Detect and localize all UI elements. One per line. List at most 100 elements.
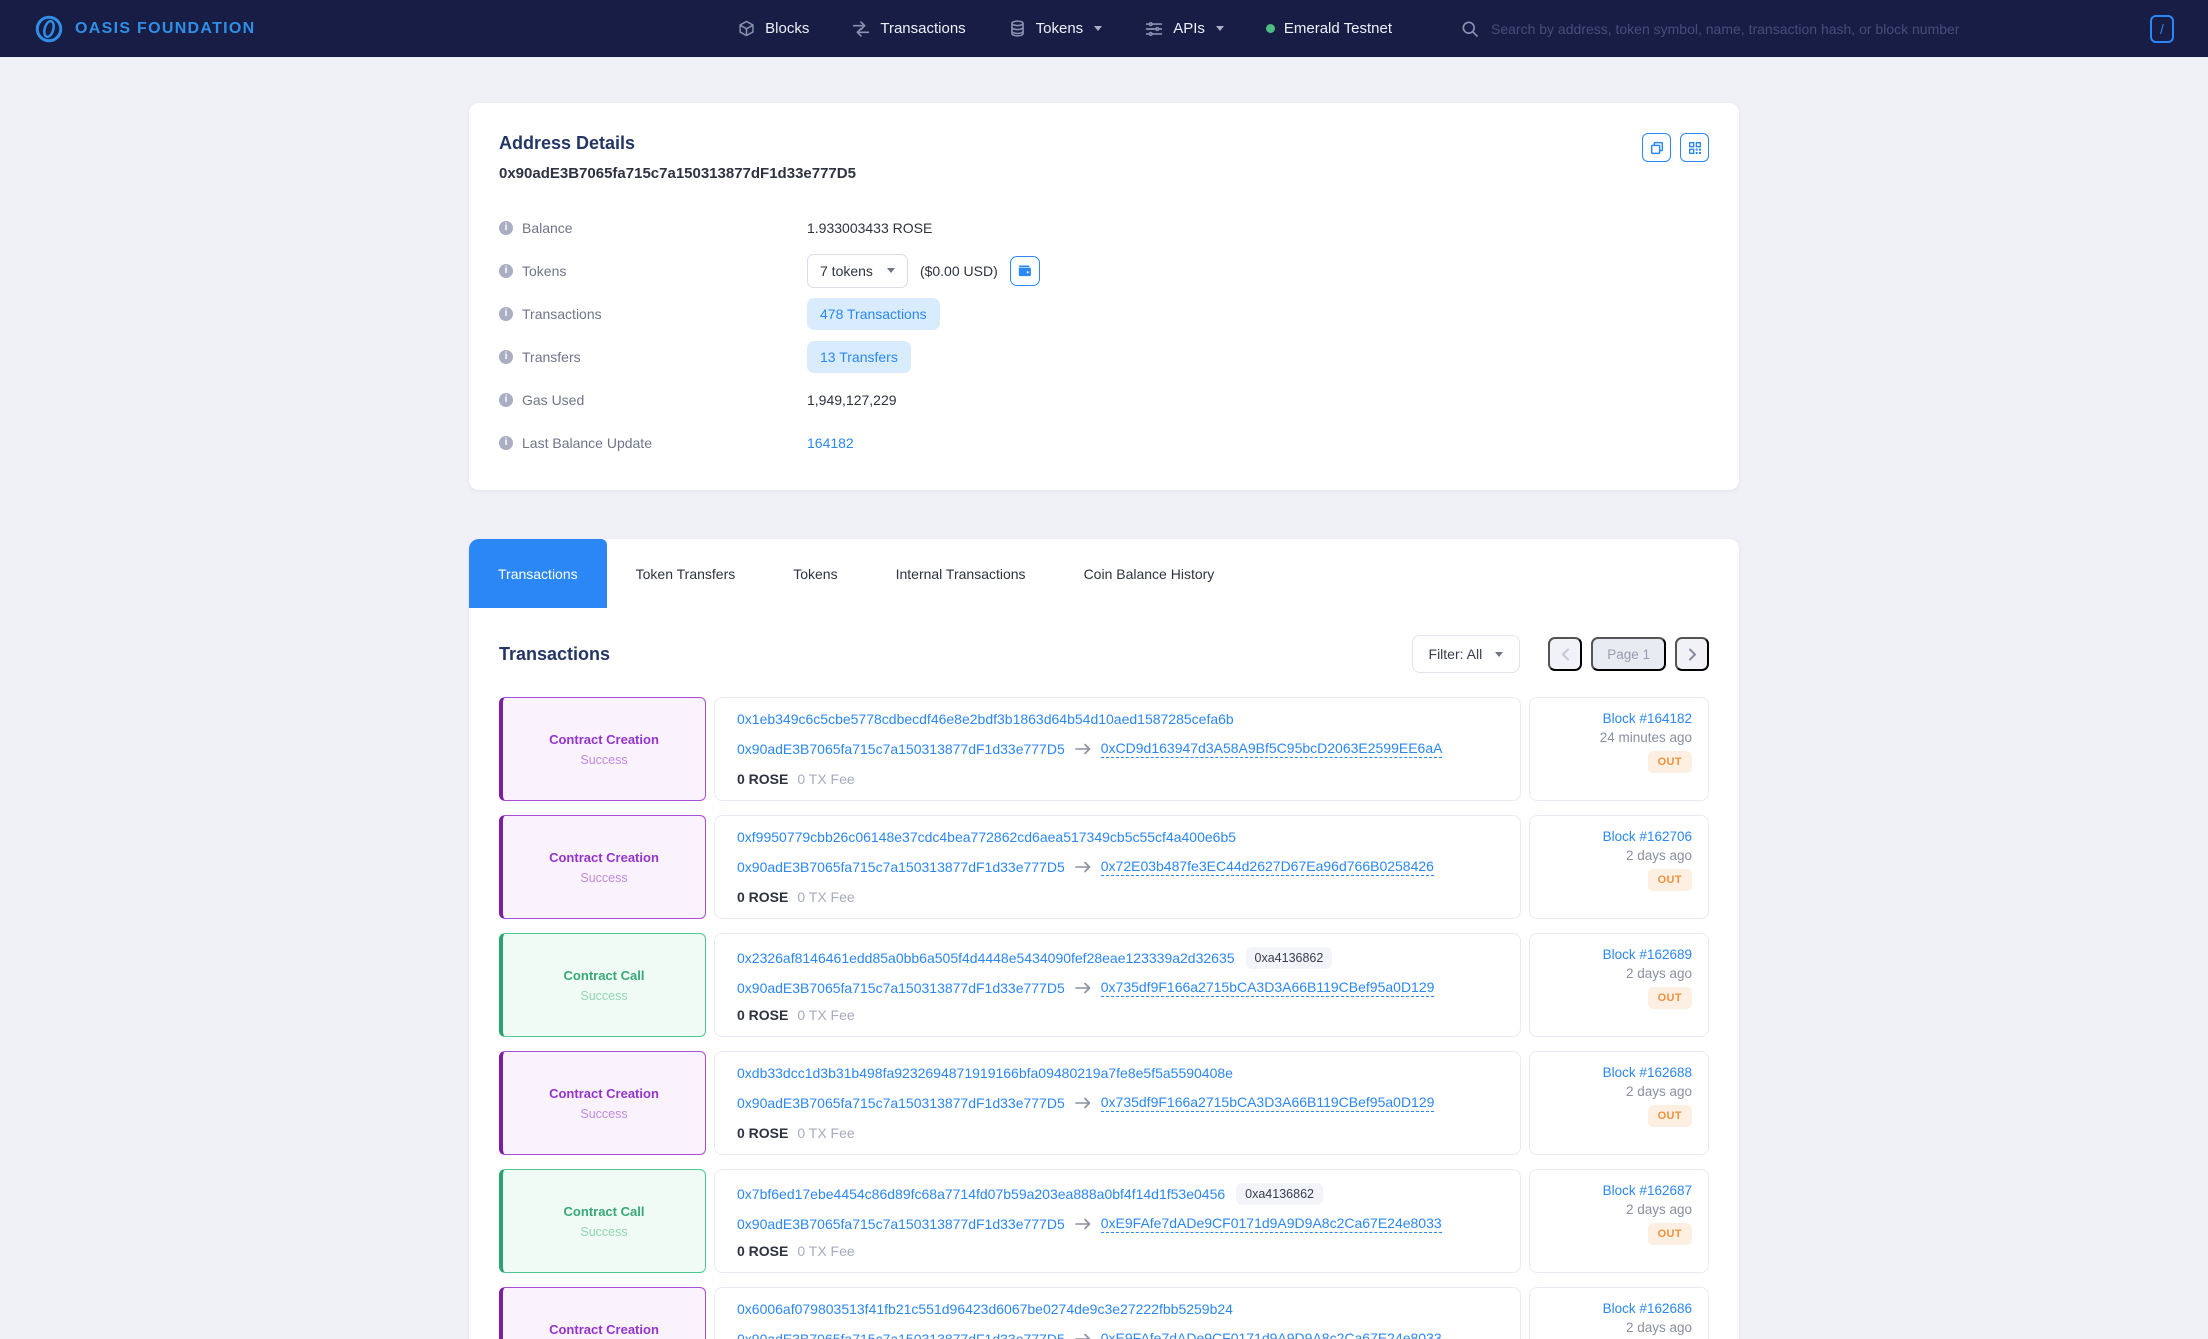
tx-direction-badge: OUT [1648, 987, 1692, 1009]
tx-hash-link[interactable]: 0x2326af8146461edd85a0bb6a505f4d4448e543… [737, 950, 1235, 966]
tokens-dropdown[interactable]: 7 tokens [807, 254, 908, 288]
nav-item-blocks[interactable]: Blocks [737, 19, 809, 38]
detail-row-tokens: Tokens 7 tokens ($0.00 USD) [499, 249, 1709, 292]
tx-from-address-link[interactable]: 0x90adE3B7065fa715c7a150313877dF1d33e777… [737, 859, 1065, 875]
brand[interactable]: OASIS FOUNDATION [34, 14, 256, 44]
arrow-right-icon [1075, 743, 1091, 755]
oasis-logo-icon [34, 14, 64, 44]
tx-to-address-link[interactable]: 0x72E03b487fe3EC44d2627D67Ea96d766B02584… [1101, 858, 1434, 876]
tx-block-link[interactable]: Block #162687 [1603, 1183, 1692, 1198]
info-icon [499, 307, 513, 321]
tx-hash-link[interactable]: 0x6006af079803513f41fb21c551d96423d6067b… [737, 1301, 1233, 1317]
transaction-row: Contract Creation Success 0x1eb349c6c5cb… [499, 697, 1709, 801]
nav-item-label: Transactions [880, 20, 965, 37]
address-details-card: Address Details 0x90adE3B7065fa715c7a150… [469, 103, 1739, 490]
nav-item-apis[interactable]: APIs [1144, 20, 1224, 38]
brand-name: OASIS FOUNDATION [75, 20, 256, 38]
network-selector[interactable]: Emerald Testnet [1266, 20, 1392, 37]
tx-from-address-link[interactable]: 0x90adE3B7065fa715c7a150313877dF1d33e777… [737, 1216, 1065, 1232]
tx-block-link[interactable]: Block #162689 [1603, 947, 1692, 962]
tx-type-label: Contract Call [564, 968, 645, 983]
tx-to-address-link[interactable]: 0xCD9d163947d3A58A9Bf5C95bcD2063E2599EE6… [1101, 740, 1443, 758]
tx-status-badge: Contract Creation Success [499, 815, 706, 919]
tx-from-address-link[interactable]: 0x90adE3B7065fa715c7a150313877dF1d33e777… [737, 1095, 1065, 1111]
tab-token-transfers[interactable]: Token Transfers [607, 539, 765, 608]
nav-item-transactions[interactable]: Transactions [851, 20, 965, 38]
tab-internal-transactions[interactable]: Internal Transactions [867, 539, 1055, 608]
tx-to-address-link[interactable]: 0xE9FAfe7dADe9CF0171d9A9D9A8c2Ca67E24e80… [1101, 1330, 1442, 1339]
tx-status-label: Success [580, 1225, 627, 1239]
current-page-button[interactable]: Page 1 [1591, 637, 1666, 671]
filter-dropdown[interactable]: Filter: All [1412, 635, 1521, 673]
tx-hash-link[interactable]: 0x7bf6ed17ebe4454c86d89fc68a7714fd07b59a… [737, 1186, 1225, 1202]
nav-item-tokens[interactable]: Tokens [1008, 19, 1103, 38]
tx-to-address-link[interactable]: 0x735df9F166a2715bCA3D3A66B119CBef95a0D1… [1101, 1094, 1435, 1112]
tx-timestamp: 2 days ago [1626, 1202, 1692, 1217]
tx-hash-link[interactable]: 0xf9950779cbb26c06148e37cdc4bea772862cd6… [737, 829, 1236, 845]
tx-from-address-link[interactable]: 0x90adE3B7065fa715c7a150313877dF1d33e777… [737, 980, 1065, 996]
tx-method-chip: 0xa4136862 [1246, 947, 1333, 969]
tx-type-label: Contract Creation [549, 850, 659, 865]
tx-block-link[interactable]: Block #162686 [1603, 1301, 1692, 1316]
chevron-down-icon [1216, 26, 1224, 31]
transaction-row: Contract Creation Success 0xdb33dcc1d3b3… [499, 1051, 1709, 1155]
next-page-button[interactable] [1675, 637, 1709, 671]
section-title: Transactions [499, 644, 610, 665]
tab-coin-balance-history[interactable]: Coin Balance History [1055, 539, 1244, 608]
copy-address-button[interactable] [1642, 133, 1671, 162]
tx-status-label: Success [580, 871, 627, 885]
tx-block-link[interactable]: Block #164182 [1603, 711, 1692, 726]
transaction-row: Contract Call Success 0x2326af8146461edd… [499, 933, 1709, 1037]
sliders-icon [1144, 20, 1164, 38]
tx-status-badge: Contract Creation Success [499, 1051, 706, 1155]
transaction-row: Contract Creation Success 0x6006af079803… [499, 1287, 1709, 1339]
detail-label: Gas Used [522, 392, 584, 408]
coins-icon [1008, 19, 1027, 38]
tx-direction-badge: OUT [1648, 751, 1692, 773]
tx-meta: Block #162688 2 days ago OUT [1529, 1051, 1709, 1155]
qr-code-button[interactable] [1680, 133, 1709, 162]
tx-fee: 0 TX Fee [797, 1243, 854, 1259]
tx-direction-badge: OUT [1648, 1223, 1692, 1245]
tx-status-badge: Contract Call Success [499, 933, 706, 1037]
tab-transactions[interactable]: Transactions [469, 539, 607, 608]
tx-from-address-link[interactable]: 0x90adE3B7065fa715c7a150313877dF1d33e777… [737, 1331, 1065, 1339]
tx-value: 0 ROSE [737, 889, 788, 905]
gas-used-value: 1,949,127,229 [807, 392, 897, 408]
tab-tokens[interactable]: Tokens [764, 539, 866, 608]
tx-block-link[interactable]: Block #162688 [1603, 1065, 1692, 1080]
tx-meta: Block #162706 2 days ago OUT [1529, 815, 1709, 919]
prev-page-button[interactable] [1548, 637, 1582, 671]
tx-block-link[interactable]: Block #162706 [1603, 829, 1692, 844]
tx-meta: Block #162689 2 days ago OUT [1529, 933, 1709, 1037]
transaction-row: Contract Creation Success 0xf9950779cbb2… [499, 815, 1709, 919]
tx-type-label: Contract Creation [549, 1086, 659, 1101]
transactions-list: Contract Creation Success 0x1eb349c6c5cb… [499, 697, 1709, 1339]
page-title: Address Details [499, 133, 856, 154]
tx-fee: 0 TX Fee [797, 1125, 854, 1141]
chevron-down-icon [1495, 652, 1503, 657]
tx-from-address-link[interactable]: 0x90adE3B7065fa715c7a150313877dF1d33e777… [737, 741, 1065, 757]
main-nav: Blocks Transactions Tokens APIs Emerald … [737, 15, 2174, 43]
detail-label: Transactions [522, 306, 602, 322]
transfers-count-pill[interactable]: 13 Transfers [807, 341, 911, 373]
tx-value: 0 ROSE [737, 1243, 788, 1259]
tab-bar: Transactions Token Transfers Tokens Inte… [469, 539, 1739, 608]
tx-timestamp: 2 days ago [1626, 848, 1692, 863]
search-shortcut-kbd: / [2150, 15, 2174, 43]
transactions-count-pill[interactable]: 478 Transactions [807, 298, 940, 330]
info-icon [499, 221, 513, 235]
tx-hash-link[interactable]: 0x1eb349c6c5cbe5778cdbecdf46e8e2bdf3b186… [737, 711, 1234, 727]
tx-to-address-link[interactable]: 0x735df9F166a2715bCA3D3A66B119CBef95a0D1… [1101, 979, 1435, 997]
last-balance-update-link[interactable]: 164182 [807, 435, 854, 451]
search-input[interactable] [1491, 21, 2139, 37]
tx-to-address-link[interactable]: 0xE9FAfe7dADe9CF0171d9A9D9A8c2Ca67E24e80… [1101, 1215, 1442, 1233]
wallet-button[interactable] [1010, 256, 1040, 286]
arrow-right-icon [1075, 861, 1091, 873]
detail-label: Balance [522, 220, 573, 236]
info-icon [499, 393, 513, 407]
tx-hash-link[interactable]: 0xdb33dcc1d3b31b498fa9232694871919166bfa… [737, 1065, 1233, 1081]
pagination: Page 1 [1548, 637, 1709, 671]
tx-status-label: Success [580, 1107, 627, 1121]
arrow-right-icon [1075, 982, 1091, 994]
